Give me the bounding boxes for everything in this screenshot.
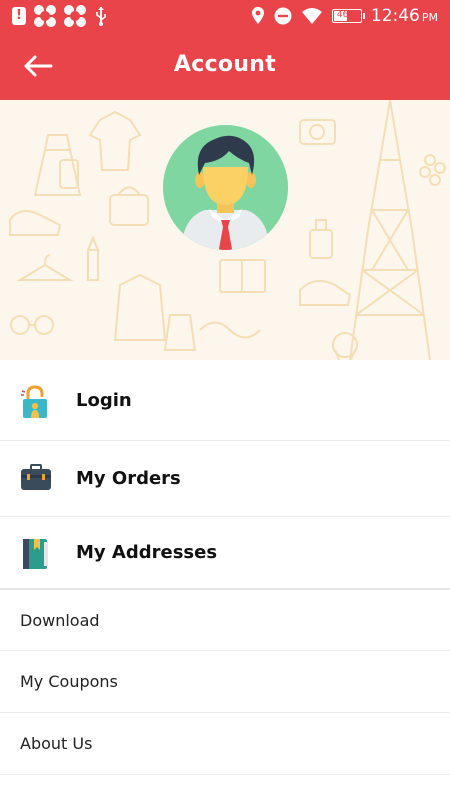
menu-item-download[interactable]: Download — [0, 590, 450, 651]
menu-item-my-orders[interactable]: My Orders — [0, 441, 450, 517]
status-bar-system: 46% 12:46 PM — [251, 4, 438, 28]
menu-item-login[interactable]: Login — [0, 360, 450, 441]
status-bar: ! 46% 12:46 PM — [0, 0, 450, 32]
menu-item-my-coupons[interactable]: My Coupons — [0, 651, 450, 713]
battery-icon: 46% — [331, 9, 365, 23]
menu-item-label: My Addresses — [76, 542, 218, 563]
usb-icon — [96, 7, 106, 26]
app-toolbar: Account — [0, 32, 450, 100]
menu-item-my-addresses[interactable]: My Addresses — [0, 517, 450, 588]
wifi-icon — [301, 8, 322, 24]
user-avatar-icon — [163, 125, 288, 250]
user-avatar[interactable] — [163, 125, 288, 250]
account-menu: Login My Orders My Addresses Download My… — [0, 360, 450, 775]
app-notification-icon-2 — [64, 5, 86, 27]
address-book-icon — [20, 538, 50, 569]
clock: 12:46 PM — [371, 6, 438, 26]
status-bar-notifications: ! — [12, 5, 108, 27]
padlock-icon — [20, 385, 50, 418]
profile-header-banner — [0, 100, 450, 360]
menu-item-label: My Coupons — [20, 672, 118, 691]
clock-time: 12:46 — [370, 6, 420, 26]
battery-percent: 46% — [336, 10, 357, 20]
do-not-disturb-icon — [274, 7, 292, 25]
page-title: Account — [173, 52, 277, 77]
menu-item-label: About Us — [20, 734, 93, 753]
clock-suffix: PM — [421, 11, 438, 24]
briefcase-icon — [20, 463, 51, 494]
alert-notification-icon: ! — [12, 7, 26, 25]
menu-item-about-us[interactable]: About Us — [0, 713, 450, 775]
menu-item-label: Download — [20, 610, 100, 630]
menu-item-label: My Orders — [76, 468, 181, 489]
location-icon — [251, 7, 264, 24]
app-notification-icon — [34, 5, 56, 27]
menu-item-label: Login — [76, 389, 132, 411]
